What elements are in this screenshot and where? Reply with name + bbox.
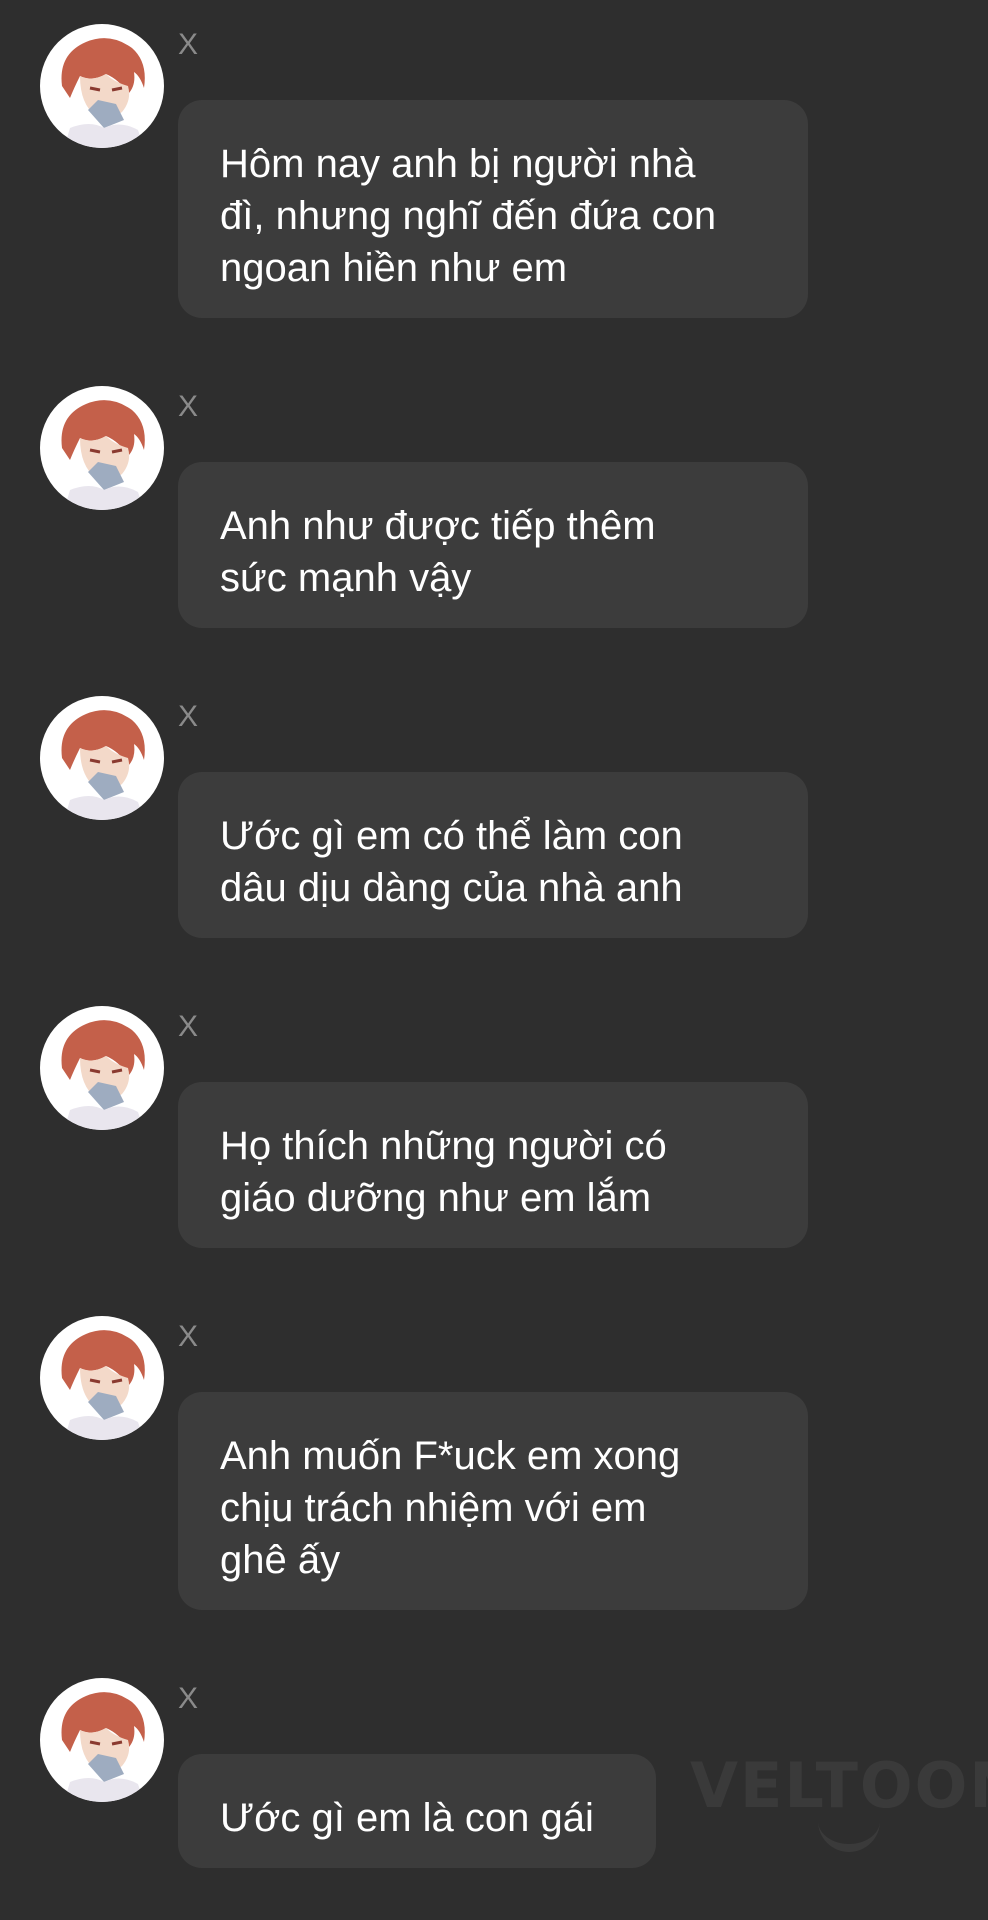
avatar[interactable] <box>40 1678 164 1802</box>
avatar[interactable] <box>40 696 164 820</box>
chat-thread: X Hôm nay anh bị người nhà đì, nhưng ngh… <box>0 0 988 1920</box>
message-bubble[interactable]: Anh muốn F*uck em xong chịu trách nhiệm … <box>178 1392 808 1610</box>
watermark-smile-icon <box>818 1820 880 1852</box>
message-bubble[interactable]: Ước gì em là con gái <box>178 1754 656 1868</box>
watermark-logo: VELTOON <box>690 1749 988 1822</box>
message-bubble[interactable]: Ước gì em có thể làm con dâu dịu dàng củ… <box>178 772 808 938</box>
avatar-icon <box>61 400 145 510</box>
avatar-icon <box>61 1330 145 1440</box>
sender-name: X <box>178 1010 199 1043</box>
sender-name: X <box>178 1320 199 1353</box>
message-bubble[interactable]: Họ thích những người có giáo dưỡng như e… <box>178 1082 808 1248</box>
avatar-icon <box>61 38 145 148</box>
avatar[interactable] <box>40 386 164 510</box>
message-bubble[interactable]: Hôm nay anh bị người nhà đì, nhưng nghĩ … <box>178 100 808 318</box>
avatar-icon <box>61 1020 145 1130</box>
avatar[interactable] <box>40 1006 164 1130</box>
avatar-icon <box>61 710 145 820</box>
sender-name: X <box>178 1682 199 1715</box>
sender-name: X <box>178 700 199 733</box>
message-bubble[interactable]: Anh như được tiếp thêm sức mạnh vậy <box>178 462 808 628</box>
sender-name: X <box>178 390 199 423</box>
avatar-icon <box>61 1692 145 1802</box>
sender-name: X <box>178 28 199 61</box>
avatar[interactable] <box>40 24 164 148</box>
avatar[interactable] <box>40 1316 164 1440</box>
